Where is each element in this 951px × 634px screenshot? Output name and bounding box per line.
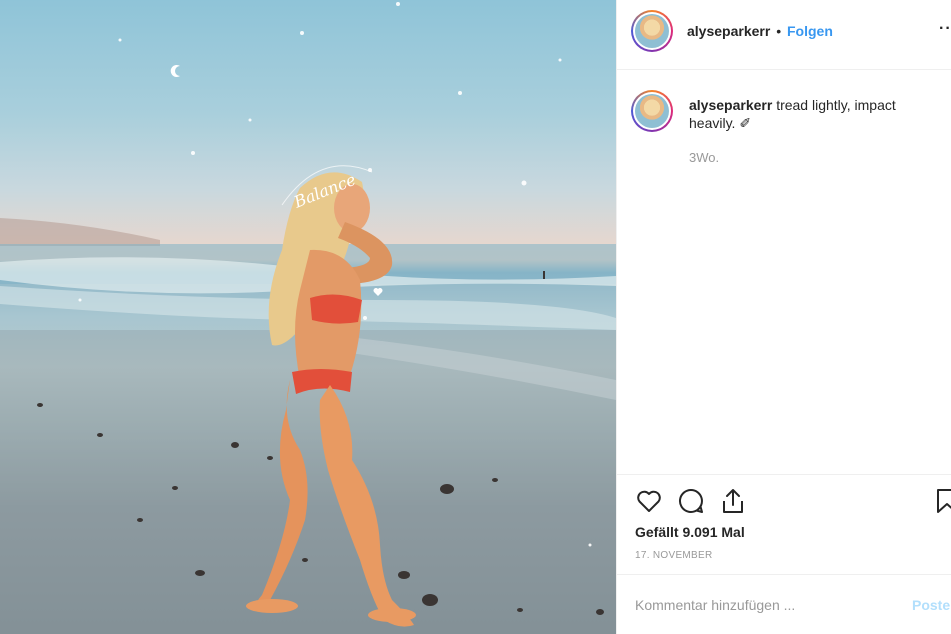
post-side-panel: alyseparkerr • Folgen ··· alyseparkerr t… xyxy=(616,0,951,634)
caption-username-link[interactable]: alyseparkerr xyxy=(689,97,772,113)
comment-icon[interactable] xyxy=(677,487,705,515)
heart-icon[interactable] xyxy=(635,487,663,515)
post-date: 17. NOVEMBER xyxy=(635,550,713,561)
username-link[interactable]: alyseparkerr xyxy=(687,23,770,39)
post-header: alyseparkerr • Folgen ··· xyxy=(617,0,951,70)
comment-form: Posten xyxy=(617,574,951,634)
more-options-icon[interactable]: ··· xyxy=(939,20,951,38)
avatar[interactable] xyxy=(631,10,673,52)
beach-scene: Balance xyxy=(0,2,616,634)
comment-input[interactable] xyxy=(635,593,905,617)
header-user: alyseparkerr • Folgen xyxy=(687,23,833,39)
post-photo[interactable]: Balance xyxy=(0,0,616,634)
follow-button[interactable]: Folgen xyxy=(787,23,833,39)
post-comment-button[interactable]: Posten xyxy=(912,597,951,613)
bookmark-icon[interactable] xyxy=(935,487,951,515)
share-icon[interactable] xyxy=(719,487,747,515)
caption-avatar[interactable] xyxy=(631,90,673,132)
action-bar: Gefällt 9.091 Mal 17. NOVEMBER xyxy=(617,474,951,574)
separator-dot: • xyxy=(776,23,782,39)
post-caption: alyseparkerr tread lightly, impact heavi… xyxy=(689,96,939,132)
caption-time-ago[interactable]: 3Wo. xyxy=(689,150,719,165)
likes-count[interactable]: Gefällt 9.091 Mal xyxy=(635,524,745,540)
